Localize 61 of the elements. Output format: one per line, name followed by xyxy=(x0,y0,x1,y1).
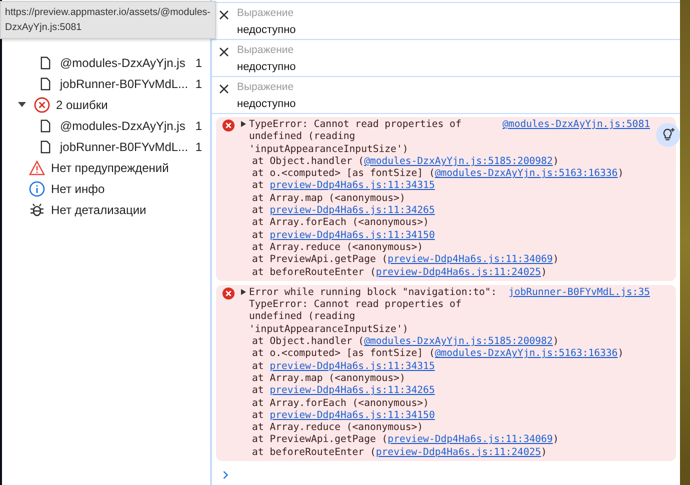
stack-link[interactable]: preview-Ddp4Ha6s.js:11:34315 xyxy=(270,180,435,192)
stack-link[interactable]: preview-Ddp4Ha6s.js:11:34150 xyxy=(270,410,435,421)
stack-frame-text: at o.<computed> [as fontSize] ( xyxy=(252,348,435,360)
stack-link[interactable]: @modules-DzxAyYjn.js:5185:200982 xyxy=(364,156,553,167)
stack-frame-text: at xyxy=(252,360,265,372)
expression-value: недоступно xyxy=(237,24,296,36)
stack-frame-text: at Object.handler ( xyxy=(252,156,364,167)
stack-frame-text: at Array.map (<anonymous>) xyxy=(252,192,406,204)
stack-frame-text: at Object.handler ( xyxy=(252,336,364,348)
expression-label: Выражение xyxy=(237,44,295,56)
stack-link[interactable]: preview-Ddp4Ha6s.js:11:34265 xyxy=(270,385,435,396)
expression-label: Выражение xyxy=(237,6,295,19)
stack-frame-text: at xyxy=(252,230,265,241)
file-item[interactable]: @modules-DzxAyYjn.js 1 xyxy=(2,52,210,73)
stack-link[interactable]: preview-Ddp4Ha6s.js:11:24025 xyxy=(376,266,542,278)
stack-frame-text: at o.<computed> [as fontSize] ( xyxy=(252,168,435,180)
stack-link[interactable]: @modules-DzxAyYjn.js:5185:200982 xyxy=(364,336,553,348)
stack-frame-text: at Array.forEach (<anonymous>) xyxy=(252,398,429,409)
stack-link[interactable]: preview-Ddp4Ha6s.js:11:34315 xyxy=(270,360,435,372)
expression-value: недоступно xyxy=(237,98,296,110)
source-link[interactable]: @modules-DzxAyYjn.js:5081 xyxy=(502,118,650,132)
stack-link[interactable]: preview-Ddp4Ha6s.js:11:34069 xyxy=(388,254,553,266)
source-link[interactable]: jobRunner-B0FYvMdL.js:35 xyxy=(508,286,650,300)
stack-link[interactable]: @modules-DzxAyYjn.js:5163:16336 xyxy=(434,168,618,180)
file-item[interactable]: jobRunner-B0FYvMdL... 1 xyxy=(2,73,210,94)
stack-frame-text: at Array.reduce (<anonymous>) xyxy=(252,242,424,253)
expression-label: Выражение xyxy=(237,80,295,93)
stack-frame-text: at xyxy=(252,385,265,396)
stack-frame-text: at PreviewApi.getPage ( xyxy=(252,254,388,266)
stack-frame-text: at Array.reduce (<anonymous>) xyxy=(252,422,424,434)
stack-link[interactable]: preview-Ddp4Ha6s.js:11:24025 xyxy=(376,446,542,458)
stack-link[interactable]: preview-Ddp4Ha6s.js:11:34150 xyxy=(270,230,435,241)
stack-frame-text: ) xyxy=(552,254,559,266)
stack-frame-text: at PreviewApi.getPage ( xyxy=(252,434,388,446)
stack-frame-text: at xyxy=(252,205,265,216)
info-summary[interactable]: Нет инфо xyxy=(2,178,210,199)
stack-link[interactable]: preview-Ddp4Ha6s.js:11:34069 xyxy=(388,434,553,446)
stack-frame-text: at beforeRouteEnter ( xyxy=(252,266,376,278)
error-group[interactable]: 2 ошибки xyxy=(2,94,210,115)
stack-link[interactable]: preview-Ddp4Ha6s.js:11:34265 xyxy=(270,205,435,216)
expression-value: недоступно xyxy=(237,60,296,73)
url-tooltip: https://preview.appmaster.io/assets/@modules-DzxAyYjn.js:5081 xyxy=(0,1,216,39)
verbose-summary[interactable]: Нет детализации xyxy=(2,199,210,220)
stack-frame-text: at Array.forEach (<anonymous>) xyxy=(252,217,429,228)
file-item[interactable]: @modules-DzxAyYjn.js 1 xyxy=(2,115,210,136)
stack-frame-text: at beforeRouteEnter ( xyxy=(252,446,376,458)
file-item[interactable]: jobRunner-B0FYvMdL... 1 xyxy=(2,136,210,157)
stack-frame-text: at xyxy=(252,180,265,192)
stack-frame-text: ) xyxy=(618,168,624,180)
stack-frame-text: ) xyxy=(552,336,559,348)
stack-frame-text: ) xyxy=(541,266,547,278)
stack-frame-text: ) xyxy=(618,348,624,360)
warning-summary[interactable]: Нет предупреждений xyxy=(2,157,210,178)
error-text: TypeError: Cannot read properties of undefined (reading 'inputAppearanceInputSize') xyxy=(249,118,462,156)
stack-link[interactable]: @modules-DzxAyYjn.js:5163:16336 xyxy=(434,348,618,360)
error-text: Error while running block "navigation:to": TypeError: Cannot read properties of undefined (reading 'inputAppearanceInputSize') xyxy=(249,286,498,336)
stack-frame-text: ) xyxy=(552,434,559,446)
stack-frame-text: ) xyxy=(552,156,559,167)
stack-frame-text: ) xyxy=(541,446,547,458)
stack-frame-text: at Array.map (<anonymous>) xyxy=(252,372,406,384)
stack-frame-text: at xyxy=(252,410,265,421)
